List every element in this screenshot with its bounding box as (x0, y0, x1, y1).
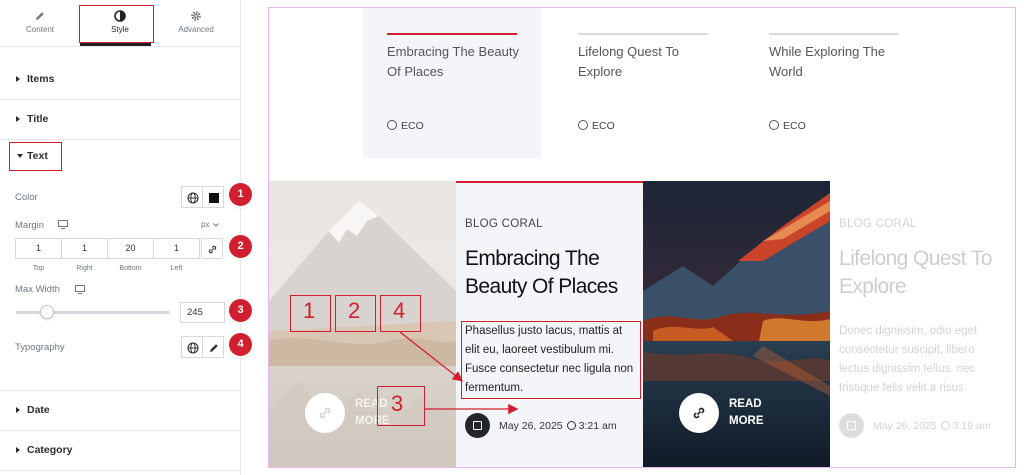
color-swatch-fill (209, 193, 219, 203)
margin-right-input[interactable]: 1 (61, 238, 108, 259)
margin-label: Margin (15, 220, 45, 231)
style-panel: Content Style Advanced Items Title Text … (0, 0, 252, 475)
margin-top-input[interactable]: 1 (15, 238, 62, 259)
margin-left-caption: Left (170, 265, 183, 272)
color-swatch[interactable] (202, 186, 224, 208)
badge-1: 1 (229, 183, 252, 206)
caret-right-icon (16, 116, 20, 122)
margin-bottom-input[interactable]: 20 (107, 238, 154, 259)
section-category[interactable]: Category (0, 431, 240, 471)
section-title[interactable]: Title (0, 100, 240, 140)
global-typography-button[interactable] (181, 336, 203, 358)
badge-2: 2 (229, 235, 252, 258)
chevron-down-icon (213, 223, 219, 227)
pencil-icon (36, 12, 44, 20)
section-title-label: Title (27, 113, 49, 125)
desktop-icon[interactable] (75, 285, 85, 294)
section-text-label: Text (27, 150, 48, 162)
pencil-icon (210, 344, 218, 352)
globe-icon (187, 192, 199, 204)
style-tab-highlight (79, 5, 154, 43)
color-label: Color (15, 192, 38, 203)
section-date-label: Date (27, 404, 50, 416)
caret-right-icon (16, 76, 20, 82)
link-values-button[interactable] (201, 238, 223, 259)
typography-label: Typography (15, 342, 65, 353)
tab-content[interactable]: Content (0, 0, 80, 46)
section-category-label: Category (27, 444, 73, 456)
badge-4: 4 (229, 333, 252, 356)
global-color-button[interactable] (181, 186, 203, 208)
gear-icon (191, 11, 201, 21)
annotation-arrows (399, 331, 519, 415)
margin-top-caption: Top (32, 265, 45, 272)
margin-inputs: 1 1 20 1 (15, 238, 200, 259)
section-items-label: Items (27, 73, 55, 85)
active-tab-indicator (80, 43, 151, 46)
tab-content-label: Content (25, 25, 55, 34)
caret-right-icon (16, 447, 20, 453)
section-items[interactable]: Items (0, 60, 240, 100)
tab-advanced-label: Advanced (178, 25, 214, 34)
caret-down-icon (17, 154, 23, 158)
globe-icon (187, 342, 199, 354)
margin-unit[interactable]: px (201, 220, 209, 229)
max-width-label: Max Width (15, 284, 60, 295)
max-width-input[interactable]: 245 (180, 302, 225, 323)
margin-bottom-caption: Bottom (119, 265, 142, 272)
preview-canvas: Embracing The Beauty Of Places ECO Lifel… (268, 7, 1016, 468)
edit-typography-button[interactable] (202, 336, 224, 358)
section-text[interactable]: Text (9, 142, 62, 171)
panel-tabs: Content Style Advanced (0, 0, 240, 47)
caret-right-icon (16, 407, 20, 413)
badge-3: 3 (229, 299, 252, 322)
link-icon (208, 245, 217, 254)
tab-advanced[interactable]: Advanced (156, 0, 236, 46)
max-width-slider-handle[interactable] (40, 305, 54, 319)
section-date[interactable]: Date (0, 391, 240, 431)
margin-left-input[interactable]: 1 (153, 238, 200, 259)
margin-right-caption: Right (76, 265, 93, 272)
desktop-icon[interactable] (58, 220, 68, 229)
